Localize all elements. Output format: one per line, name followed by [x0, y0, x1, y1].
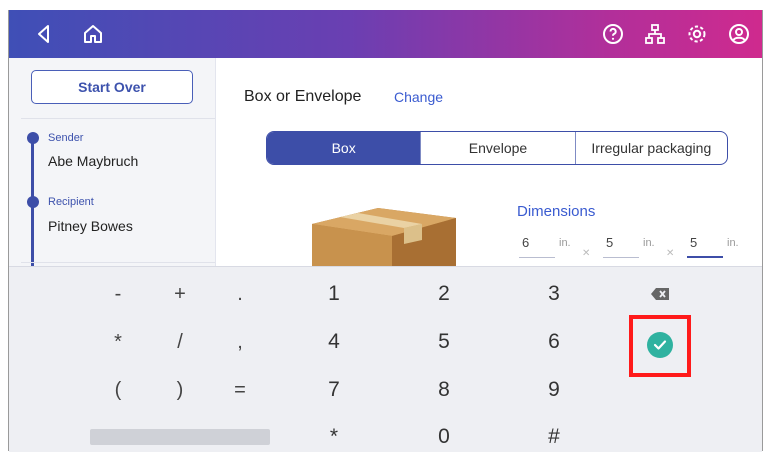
sidebar-divider [21, 118, 215, 119]
length-unit: in. [559, 237, 571, 249]
key-plus[interactable]: + [162, 279, 198, 309]
height-field[interactable]: 5 in. [687, 234, 751, 258]
confirm-check-circle [647, 332, 673, 358]
frame-right-edge [762, 0, 771, 451]
key-hash[interactable]: # [536, 423, 572, 451]
key-period[interactable]: . [222, 279, 258, 309]
length-underline [519, 257, 555, 258]
space-bar[interactable] [90, 429, 270, 445]
account-icon[interactable] [726, 21, 752, 47]
sender-step-dot [27, 132, 39, 144]
backspace-icon[interactable] [642, 279, 678, 309]
key-8[interactable]: 8 [426, 375, 462, 405]
width-field[interactable]: 5 in. [603, 234, 667, 258]
key-5[interactable]: 5 [426, 327, 462, 357]
key-1[interactable]: 1 [316, 279, 352, 309]
segment-box[interactable]: Box [267, 132, 421, 164]
box-illustration [312, 208, 456, 266]
main-panel: Box or Envelope Change Box Envelope Irre… [216, 58, 762, 266]
back-icon[interactable] [31, 21, 57, 47]
width-value: 5 [606, 235, 614, 250]
height-underline [687, 256, 723, 258]
sender-step-value[interactable]: Abe Maybruch [48, 153, 138, 169]
segment-envelope[interactable]: Envelope [420, 132, 574, 164]
network-icon[interactable] [642, 21, 668, 47]
key-star[interactable]: * [316, 423, 352, 451]
start-over-button[interactable]: Start Over [31, 70, 193, 104]
key-4[interactable]: 4 [316, 327, 352, 357]
key-3[interactable]: 3 [536, 279, 572, 309]
width-unit: in. [643, 237, 655, 249]
top-bar [9, 10, 762, 58]
sender-step-label: Sender [48, 132, 84, 144]
confirm-check-icon[interactable] [642, 327, 678, 363]
key-2[interactable]: 2 [426, 279, 462, 309]
frame-left-edge [0, 0, 9, 451]
times-icon: ✕ [666, 248, 675, 259]
numeric-keypad: - + . 1 2 3 * / , 4 5 6 ( ) = 7 8 9 * 0 … [9, 266, 762, 452]
sidebar: Start Over Sender Abe Maybruch Recipient… [9, 58, 216, 266]
home-icon[interactable] [80, 21, 106, 47]
key-equals[interactable]: = [222, 375, 258, 405]
package-type-title: Box or Envelope [244, 88, 362, 105]
segment-irregular-packaging[interactable]: Irregular packaging [574, 132, 727, 164]
recipient-step-dot [27, 196, 39, 208]
help-icon[interactable] [600, 21, 626, 47]
length-value: 6 [522, 235, 530, 250]
width-underline [603, 257, 639, 258]
key-6[interactable]: 6 [536, 327, 572, 357]
key-open-paren[interactable]: ( [100, 375, 136, 405]
key-close-paren[interactable]: ) [162, 375, 198, 405]
key-minus[interactable]: - [100, 279, 136, 309]
recipient-step-label: Recipient [48, 196, 94, 208]
key-slash[interactable]: / [162, 327, 198, 357]
key-7[interactable]: 7 [316, 375, 352, 405]
key-asterisk[interactable]: * [100, 327, 136, 357]
dimensions-title: Dimensions [517, 203, 596, 220]
key-9[interactable]: 9 [536, 375, 572, 405]
key-comma[interactable]: , [222, 327, 258, 357]
height-unit: in. [727, 237, 739, 249]
change-link[interactable]: Change [394, 89, 443, 105]
recipient-step-value[interactable]: Pitney Bowes [48, 218, 133, 234]
app-frame: Start Over Sender Abe Maybruch Recipient… [0, 0, 771, 452]
times-icon: ✕ [582, 248, 591, 259]
key-0[interactable]: 0 [426, 423, 462, 451]
length-field[interactable]: 6 in. [519, 234, 583, 258]
height-value: 5 [690, 235, 698, 250]
sidebar-divider-lower [21, 262, 215, 263]
settings-icon[interactable] [684, 21, 710, 47]
package-type-selector: Box Envelope Irregular packaging [266, 131, 728, 165]
